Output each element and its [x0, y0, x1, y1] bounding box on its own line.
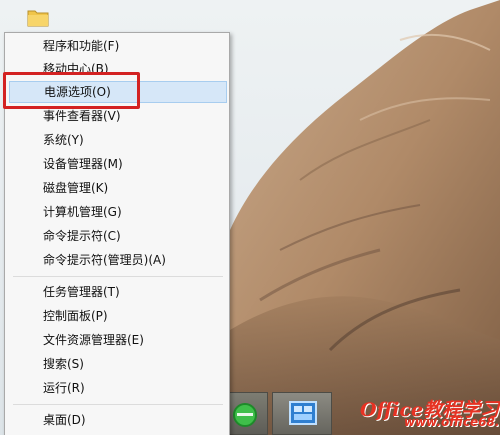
- watermark-url: www.office68.com: [404, 415, 500, 429]
- taskbar-explorer-button[interactable]: [272, 392, 332, 435]
- folder-icon[interactable]: [26, 6, 50, 30]
- menu-item-run[interactable]: 运行(R): [9, 377, 227, 399]
- menu-item-computer-management[interactable]: 计算机管理(G): [9, 201, 227, 223]
- menu-separator: [13, 404, 223, 405]
- menu-item-command-prompt-admin[interactable]: 命令提示符(管理员)(A): [9, 249, 227, 271]
- menu-separator: [13, 276, 223, 277]
- menu-item-desktop[interactable]: 桌面(D): [9, 409, 227, 431]
- annotation-highlight-box: [3, 72, 140, 109]
- menu-item-command-prompt[interactable]: 命令提示符(C): [9, 225, 227, 247]
- file-explorer-icon: [289, 401, 317, 425]
- menu-item-control-panel[interactable]: 控制面板(P): [9, 305, 227, 327]
- menu-item-file-explorer[interactable]: 文件资源管理器(E): [9, 329, 227, 351]
- menu-item-system[interactable]: 系统(Y): [9, 129, 227, 151]
- desktop-background: 程序和功能(F) 移动中心(B) 电源选项(O) 事件查看器(V) 系统(Y) …: [0, 0, 500, 435]
- menu-item-device-manager[interactable]: 设备管理器(M): [9, 153, 227, 175]
- menu-item-task-manager[interactable]: 任务管理器(T): [9, 281, 227, 303]
- menu-item-disk-management[interactable]: 磁盘管理(K): [9, 177, 227, 199]
- menu-item-search[interactable]: 搜索(S): [9, 353, 227, 375]
- menu-item-programs-features[interactable]: 程序和功能(F): [9, 35, 227, 57]
